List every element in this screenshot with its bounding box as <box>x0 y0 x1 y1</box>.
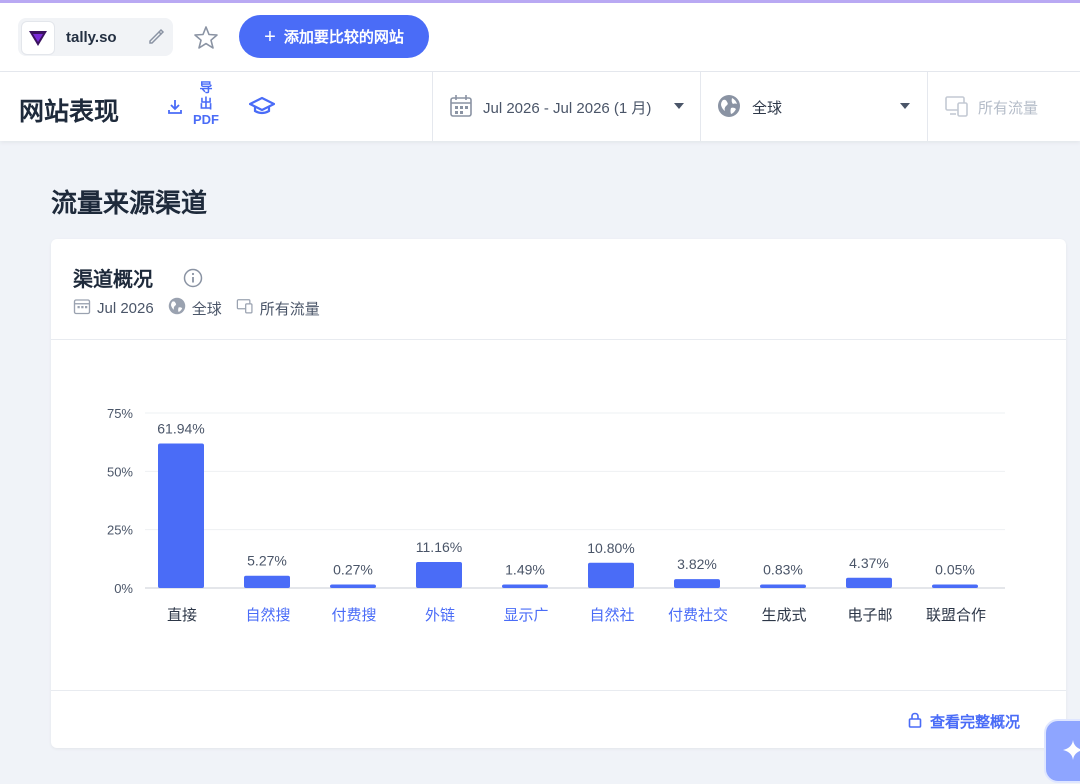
export-label-line3: PDF <box>193 112 219 127</box>
x-tick-label[interactable]: 自然搜 <box>245 607 290 624</box>
card-meta: Jul 2026 全球 所有流量 <box>73 297 328 319</box>
calendar-icon <box>73 297 91 319</box>
y-tick-label: 50% <box>107 464 133 479</box>
page-header: 网站表现 导 出 PDF Jul 2026 - Jul 2026 (1 月) 全… <box>0 72 1080 141</box>
site-name: tally.so <box>66 29 117 46</box>
export-label-line2: 出 <box>199 96 213 111</box>
bar <box>760 584 806 588</box>
y-tick-label: 0% <box>114 581 133 596</box>
x-tick-label[interactable]: 自然社 <box>589 607 634 624</box>
bar <box>416 561 462 588</box>
bar-value-label: 1.49% <box>505 562 545 578</box>
bar-value-label: 11.16% <box>416 539 462 555</box>
add-compare-site-button[interactable]: + 添加要比较的网站 <box>239 15 429 58</box>
pencil-icon[interactable] <box>147 27 165 50</box>
x-tick-label[interactable]: 付费社交 <box>668 606 728 624</box>
download-icon[interactable] <box>166 98 184 121</box>
bar <box>674 579 720 588</box>
footer-link-text: 查看完整概况 <box>929 714 1020 731</box>
bar-value-label: 61.94% <box>157 420 204 436</box>
sparkle-icon <box>1062 739 1080 766</box>
region-text: 全球 <box>752 100 783 117</box>
section-title: 流量来源渠道 <box>51 188 208 218</box>
view-full-overview-link[interactable]: 查看完整概况 <box>908 711 1020 732</box>
bar-value-label: 0.05% <box>935 562 975 578</box>
bar-value-label: 5.27% <box>247 553 287 569</box>
traffic-text: 所有流量 <box>978 100 1039 117</box>
bar-value-label: 0.83% <box>763 562 803 578</box>
bar-value-label: 3.82% <box>677 556 717 572</box>
channel-overview-card: 渠道概况 Jul 2026 全球 所有流量 0% 25% 50% 75% 61.94% 直… <box>51 239 1066 748</box>
card-separator <box>51 690 1066 691</box>
add-compare-label: 添加要比较的网站 <box>283 29 404 46</box>
lock-icon <box>908 712 922 732</box>
bar <box>244 575 290 588</box>
meta-traffic: 所有流量 <box>259 300 320 318</box>
bar <box>846 577 892 588</box>
tally-logo-icon <box>21 21 55 55</box>
globe-icon <box>168 297 186 319</box>
export-pdf-button[interactable]: 导 出 PDF <box>190 80 222 128</box>
bar-value-label: 0.27% <box>333 562 373 578</box>
channel-bar-chart: 0% 25% 50% 75% 61.94% 直接 5.27% 自然搜 0.27% 付费搜 11.16… <box>107 406 1005 624</box>
x-tick-label: 联盟合作 <box>926 607 986 624</box>
export-label-line1: 导 <box>199 80 213 95</box>
chat-assistant-button[interactable] <box>1044 719 1080 783</box>
meta-date: Jul 2026 <box>97 299 154 317</box>
star-icon[interactable] <box>193 25 219 54</box>
caret-down-icon <box>900 103 910 109</box>
date-range-text: Jul 2026 - Jul 2026 (1 月) <box>483 100 652 117</box>
devices-icon <box>944 94 970 123</box>
site-chip[interactable]: tally.so <box>18 18 173 56</box>
bar <box>932 584 978 588</box>
y-tick-label: 25% <box>107 523 133 538</box>
caret-down-icon <box>674 103 684 109</box>
x-tick-label: 电子邮 <box>847 607 892 624</box>
bar <box>588 562 634 588</box>
region-filter[interactable]: 全球 <box>701 72 927 141</box>
top-bar: tally.so + 添加要比较的网站 <box>0 3 1080 72</box>
info-icon[interactable] <box>183 268 203 293</box>
y-tick-label: 75% <box>107 406 133 421</box>
graduation-cap-icon[interactable] <box>248 96 276 121</box>
meta-region: 全球 <box>191 300 222 318</box>
x-tick-label: 直接 <box>167 607 197 624</box>
x-tick-label[interactable]: 外链 <box>425 607 455 624</box>
traffic-filter[interactable]: 所有流量 <box>928 72 1080 141</box>
calendar-icon <box>449 94 473 123</box>
card-title: 渠道概况 <box>73 269 153 291</box>
bar-value-label: 10.80% <box>587 540 634 556</box>
page-title: 网站表现 <box>19 98 120 126</box>
globe-icon <box>717 94 741 123</box>
bar <box>158 443 204 588</box>
bar-value-label: 4.37% <box>849 555 889 571</box>
x-tick-label[interactable]: 显示广 <box>503 607 548 624</box>
bar <box>502 584 548 588</box>
x-tick-label: 生成式 <box>761 607 806 624</box>
bar <box>330 584 376 588</box>
x-tick-label[interactable]: 付费搜 <box>331 607 376 624</box>
devices-icon <box>236 297 254 319</box>
plus-icon: + <box>264 25 276 48</box>
date-range-filter[interactable]: Jul 2026 - Jul 2026 (1 月) <box>433 72 700 141</box>
